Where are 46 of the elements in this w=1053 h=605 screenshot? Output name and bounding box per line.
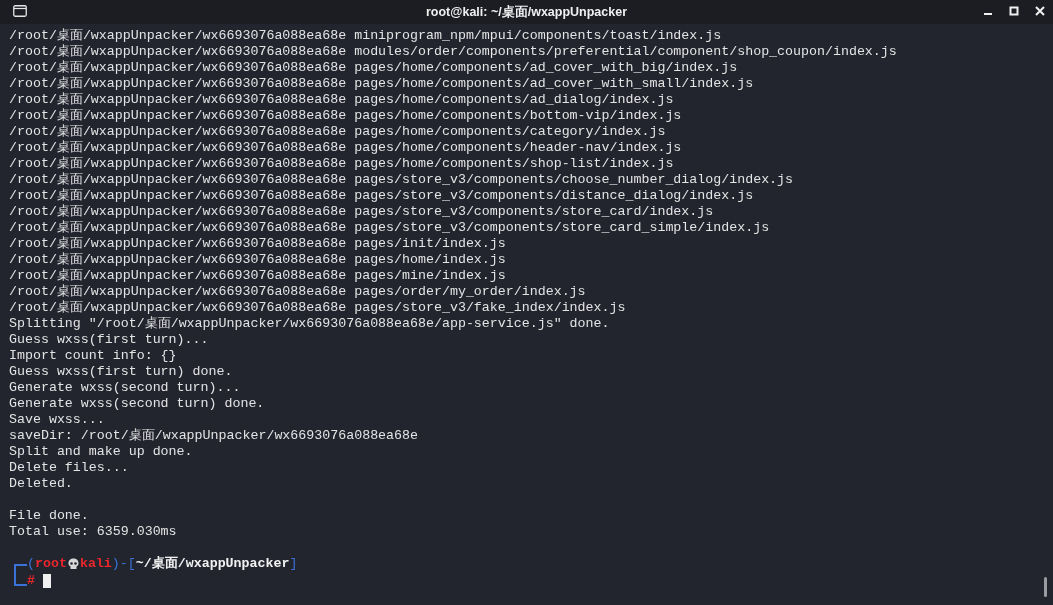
- terminal-line: Delete files...: [9, 460, 129, 476]
- terminal-line: /root/桌面/wxappUnpacker/wx6693076a088ea68e pages/home/components/header-nav/index.js: [9, 140, 682, 156]
- terminal-line: Split and make up done.: [9, 444, 193, 460]
- terminal-line: /root/桌面/wxappUnpacker/wx6693076a088ea68e pages/store_v3/components/store_card/index.js: [9, 204, 714, 220]
- text-cursor: [43, 574, 51, 588]
- terminal-line: /root/桌面/wxappUnpacker/wx6693076a088ea68e modules/order/components/preferential/component/shop_coupon/index.js: [9, 44, 897, 60]
- terminal-line: /root/桌面/wxappUnpacker/wx6693076a088ea68e pages/init/index.js: [9, 236, 506, 252]
- terminal-line: saveDir: /root/桌面/wxappUnpacker/wx6693076a088ea68e: [9, 428, 418, 444]
- terminal-line: Guess wxss(first turn)...: [9, 332, 209, 348]
- terminal-line: Generate wxss(second turn) done.: [9, 396, 265, 412]
- prompt-path: ~/桌面/wxappUnpacker: [135, 556, 290, 572]
- prompt-host: kali: [79, 556, 112, 572]
- prompt-connector: [14, 564, 27, 586]
- terminal-icon[interactable]: [13, 5, 27, 17]
- terminal-line: Splitting "/root/桌面/wxappUnpacker/wx6693076a088ea68e/app-service.js" done.: [9, 316, 610, 332]
- close-icon[interactable]: [1035, 6, 1045, 16]
- prompt-symbol: #: [27, 573, 35, 589]
- terminal-line: /root/桌面/wxappUnpacker/wx6693076a088ea68e pages/order/my_order/index.js: [9, 284, 586, 300]
- maximize-icon[interactable]: [1009, 6, 1019, 16]
- terminal-line: /root/桌面/wxappUnpacker/wx6693076a088ea68e pages/store_v3/components/choose_number_dialog/index.js: [9, 172, 794, 188]
- terminal-line: /root/桌面/wxappUnpacker/wx6693076a088ea68e pages/store_v3/fake_index/index.js: [9, 300, 626, 316]
- terminal-line: Generate wxss(second turn)...: [9, 380, 241, 396]
- scrollbar-thumb[interactable]: [1044, 577, 1047, 597]
- terminal-line: Guess wxss(first turn) done.: [9, 364, 233, 380]
- terminal-line: Total use: 6359.030ms: [9, 524, 177, 540]
- terminal-line: Deleted.: [9, 476, 73, 492]
- terminal-line: /root/桌面/wxappUnpacker/wx6693076a088ea68e pages/home/components/ad_dialog/index.js: [9, 92, 674, 108]
- window-title: root@kali: ~/桌面/wxappUnpacker: [425, 3, 628, 21]
- terminal-line: /root/桌面/wxappUnpacker/wx6693076a088ea68e miniprogram_npm/mpui/components/toast/index.js: [9, 28, 722, 44]
- prompt-bracket: )-[: [111, 556, 136, 572]
- terminal-line: /root/桌面/wxappUnpacker/wx6693076a088ea68e pages/home/components/category/index.js: [9, 124, 666, 140]
- terminal-line: Save wxss...: [9, 412, 105, 428]
- terminal-line: /root/桌面/wxappUnpacker/wx6693076a088ea68e pages/home/components/bottom-vip/index.js: [9, 108, 682, 124]
- terminal-line: /root/桌面/wxappUnpacker/wx6693076a088ea68e pages/store_v3/components/distance_dialog/index.js: [9, 188, 754, 204]
- terminal-line: /root/桌面/wxappUnpacker/wx6693076a088ea68e pages/home/components/shop-list/index.js: [9, 156, 674, 172]
- prompt-user: root: [35, 556, 67, 572]
- terminal-line: /root/桌面/wxappUnpacker/wx6693076a088ea68e pages/home/index.js: [9, 252, 506, 268]
- terminal-line: /root/桌面/wxappUnpacker/wx6693076a088ea68e pages/mine/index.js: [9, 268, 506, 284]
- terminal-line: /root/桌面/wxappUnpacker/wx6693076a088ea68e pages/home/components/ad_cover_with_small/index.js: [9, 76, 754, 92]
- prompt-bracket: (: [27, 556, 35, 572]
- terminal-line: Import count info: {}: [9, 348, 177, 364]
- terminal-line: /root/桌面/wxappUnpacker/wx6693076a088ea68e pages/home/components/ad_cover_with_big/index.js: [9, 60, 738, 76]
- skull-icon: [67, 558, 79, 570]
- prompt-bracket: ]: [289, 556, 298, 572]
- terminal-line: File done.: [9, 508, 89, 524]
- terminal-line: /root/桌面/wxappUnpacker/wx6693076a088ea68e pages/store_v3/components/store_card_simple/index.js: [9, 220, 770, 236]
